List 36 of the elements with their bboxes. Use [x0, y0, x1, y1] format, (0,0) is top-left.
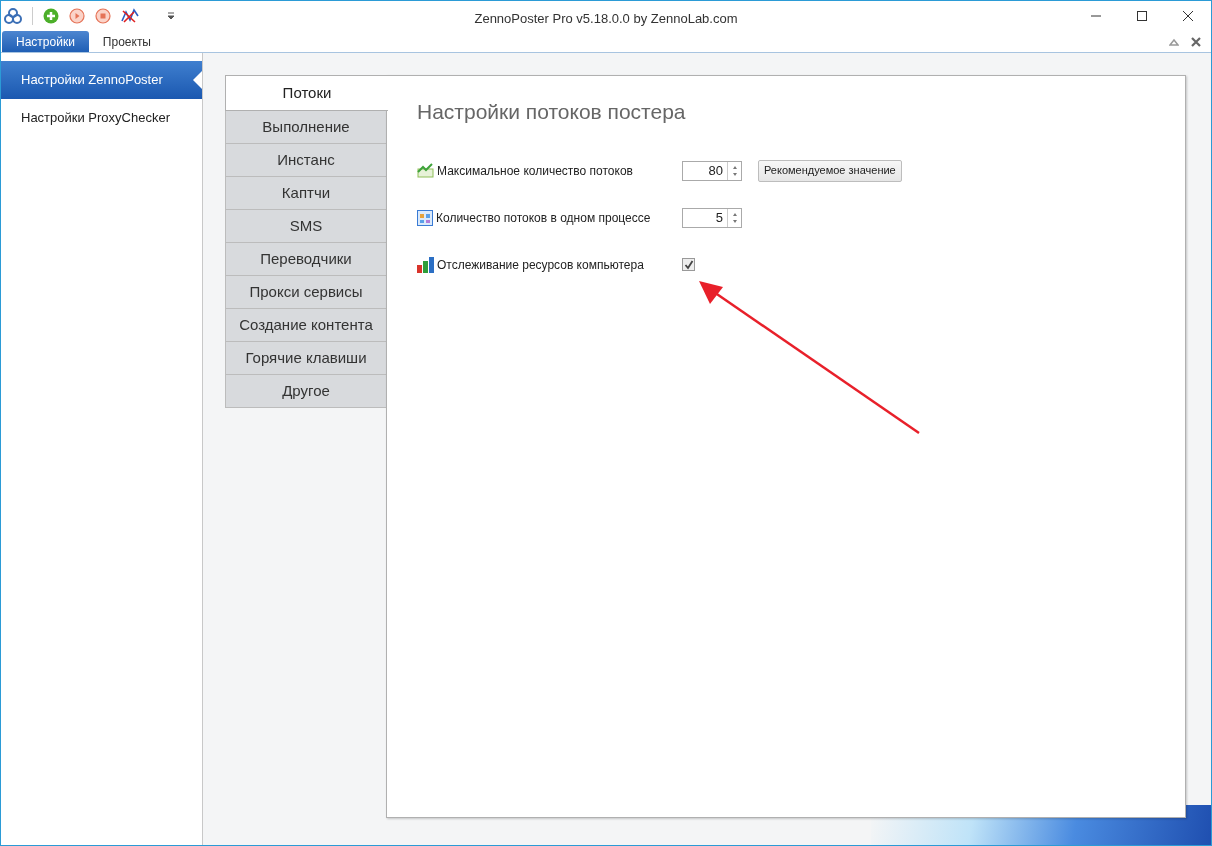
recommended-value-button[interactable]: Рекомендуемое значение	[758, 159, 902, 182]
setting-label: Максимальное количество потоков	[437, 162, 633, 180]
grid-window-icon	[417, 209, 433, 226]
dropdown-caret-icon[interactable]	[167, 12, 175, 20]
maximize-icon[interactable]	[1137, 11, 1147, 21]
sidebar-item[interactable]: Настройки ProxyChecker	[1, 99, 202, 137]
trend-chart-icon	[417, 163, 434, 178]
play-icon[interactable]	[69, 8, 85, 24]
settings-tab[interactable]: Горячие клавиши	[225, 341, 387, 375]
stop-icon[interactable]	[95, 8, 111, 24]
panel-title: Настройки потоков постера	[417, 99, 687, 125]
add-icon[interactable]	[43, 8, 59, 24]
setting-label: Отслеживание ресурсов компьютера	[437, 256, 644, 274]
settings-tab[interactable]: Переводчики	[225, 242, 387, 276]
settings-tab[interactable]: Инстанс	[225, 143, 387, 177]
graph-icon[interactable]	[121, 8, 139, 24]
checkbox[interactable]	[682, 258, 695, 271]
settings-tab[interactable]: Создание контента	[225, 308, 387, 342]
close-icon[interactable]	[1183, 11, 1193, 21]
settings-tab[interactable]: Каптчи	[225, 176, 387, 210]
app-logo-icon[interactable]	[4, 8, 22, 24]
sidebar-item[interactable]: Настройки ZennoPoster	[1, 61, 202, 99]
ribbon-tab[interactable]: Настройки	[2, 31, 89, 52]
number-spinner[interactable]: 5	[682, 207, 742, 228]
number-spinner[interactable]: 80	[682, 160, 742, 181]
ribbon-tab[interactable]: Проекты	[88, 31, 165, 52]
settings-tab[interactable]: Другое	[225, 374, 387, 408]
settings-tab[interactable]: SMS	[225, 209, 387, 243]
settings-tab[interactable]: Прокси сервисы	[225, 275, 387, 309]
settings-tab[interactable]: Выполнение	[225, 110, 387, 144]
setting-label: Количество потоков в одном процессе	[436, 209, 651, 227]
close-icon[interactable]	[1191, 36, 1201, 47]
collapse-icon[interactable]	[1169, 37, 1179, 46]
settings-tab[interactable]: Потоки	[225, 75, 388, 111]
bar-chart-icon	[417, 256, 434, 273]
window-title: ZennoPoster Pro v5.18.0.0 by ZennoLab.com	[473, 10, 739, 28]
